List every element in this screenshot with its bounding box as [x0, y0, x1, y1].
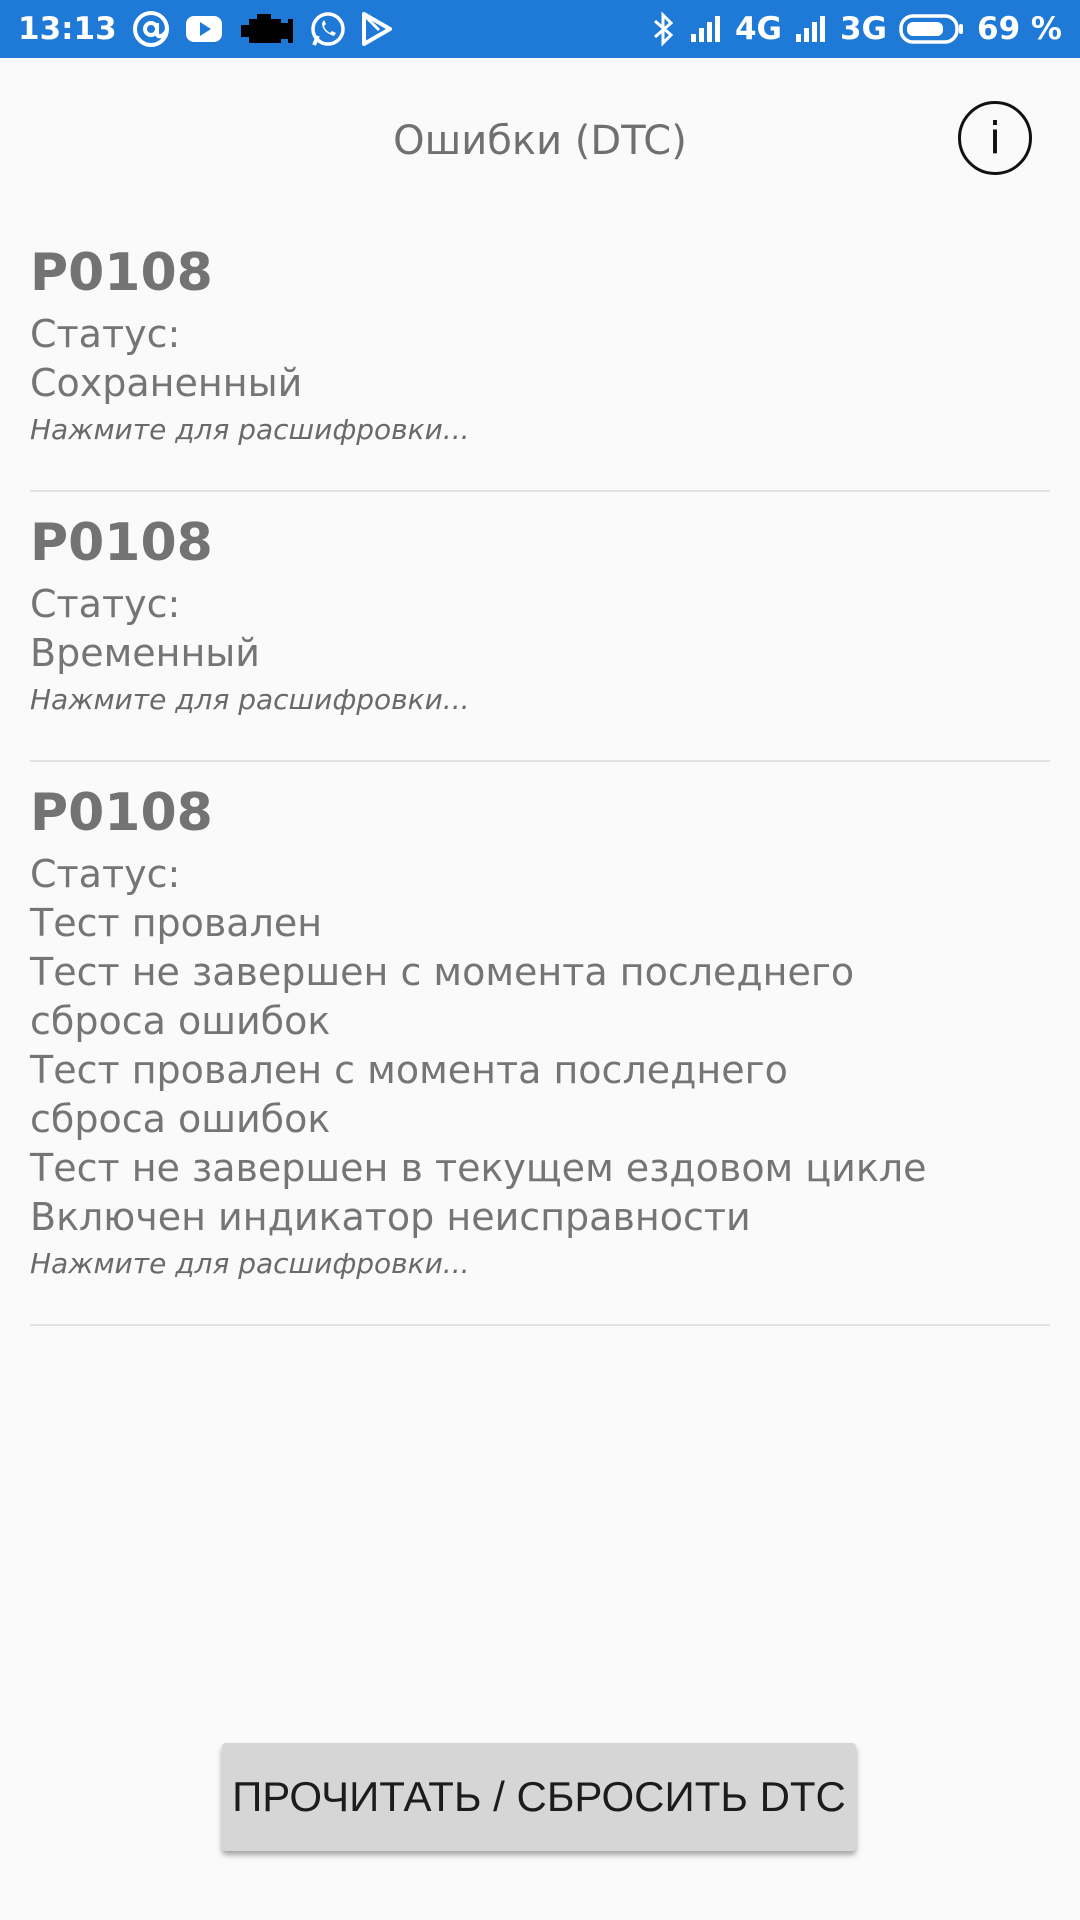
status-time: 13:13	[18, 11, 117, 47]
dtc-item[interactable]: P0108 Статус: Временный Нажмите для расшифр…	[30, 510, 1050, 762]
battery-percent: 69 %	[977, 11, 1062, 47]
read-reset-dtc-button[interactable]: ПРОЧИТАТЬ / СБРОСИТЬ DTC	[222, 1743, 856, 1851]
dtc-status-line: сброса ошибок	[30, 999, 331, 1043]
dtc-code: P0108	[30, 243, 213, 303]
dtc-status-label: Статус:	[30, 312, 181, 356]
info-icon: i	[988, 112, 1002, 164]
youtube-icon	[185, 9, 223, 49]
dtc-status-label: Статус:	[30, 582, 181, 626]
dtc-status-line: Тест не завершен в текущем ездовом цикле	[30, 1146, 927, 1190]
dtc-list: P0108 Статус: Сохраненный Нажмите для расши…	[30, 240, 1050, 1344]
dtc-status-line: Включен индикатор неисправности	[30, 1195, 751, 1239]
dtc-code: P0108	[30, 783, 213, 843]
whatsapp-icon	[309, 9, 347, 49]
dtc-status-line: Тест провален с момента последнего	[30, 1048, 788, 1092]
signal-icon	[689, 9, 723, 49]
info-button[interactable]: i	[958, 101, 1032, 175]
dtc-status-line: сброса ошибок	[30, 1097, 331, 1141]
dtc-item[interactable]: P0108 Статус: Сохраненный Нажмите для расши…	[30, 240, 1050, 492]
network-type-2: 3G	[839, 11, 887, 47]
dtc-item[interactable]: P0108 Статус: Тест провален Тест не заверше…	[30, 780, 1050, 1326]
engine-icon	[237, 9, 295, 49]
status-bar-left: 13:13	[18, 0, 393, 58]
dtc-decode-hint: Нажмите для расшифровки...	[30, 1247, 470, 1280]
status-bar: 13:13 4G 3G 69 %	[0, 0, 1080, 58]
bluetooth-icon	[651, 9, 677, 49]
dtc-status-line: Тест не завершен с момента последнего	[30, 950, 855, 994]
battery-icon	[899, 9, 965, 49]
dtc-code: P0108	[30, 513, 213, 573]
dtc-status-line: Сохраненный	[30, 361, 303, 405]
at-sign-icon	[131, 9, 171, 49]
play-store-icon	[361, 9, 393, 49]
dtc-status-label: Статус:	[30, 852, 181, 896]
dtc-status-line: Тест провален	[30, 901, 323, 945]
dtc-decode-hint: Нажмите для расшифровки...	[30, 683, 470, 716]
dtc-decode-hint: Нажмите для расшифровки...	[30, 413, 470, 446]
dtc-status-line: Временный	[30, 631, 261, 675]
page-title: Ошибки (DTC)	[393, 118, 687, 164]
signal-icon	[794, 9, 828, 49]
app-header: Ошибки (DTC) i	[0, 58, 1080, 224]
status-bar-right: 4G 3G 69 %	[651, 0, 1062, 58]
network-type-1: 4G	[734, 11, 782, 47]
